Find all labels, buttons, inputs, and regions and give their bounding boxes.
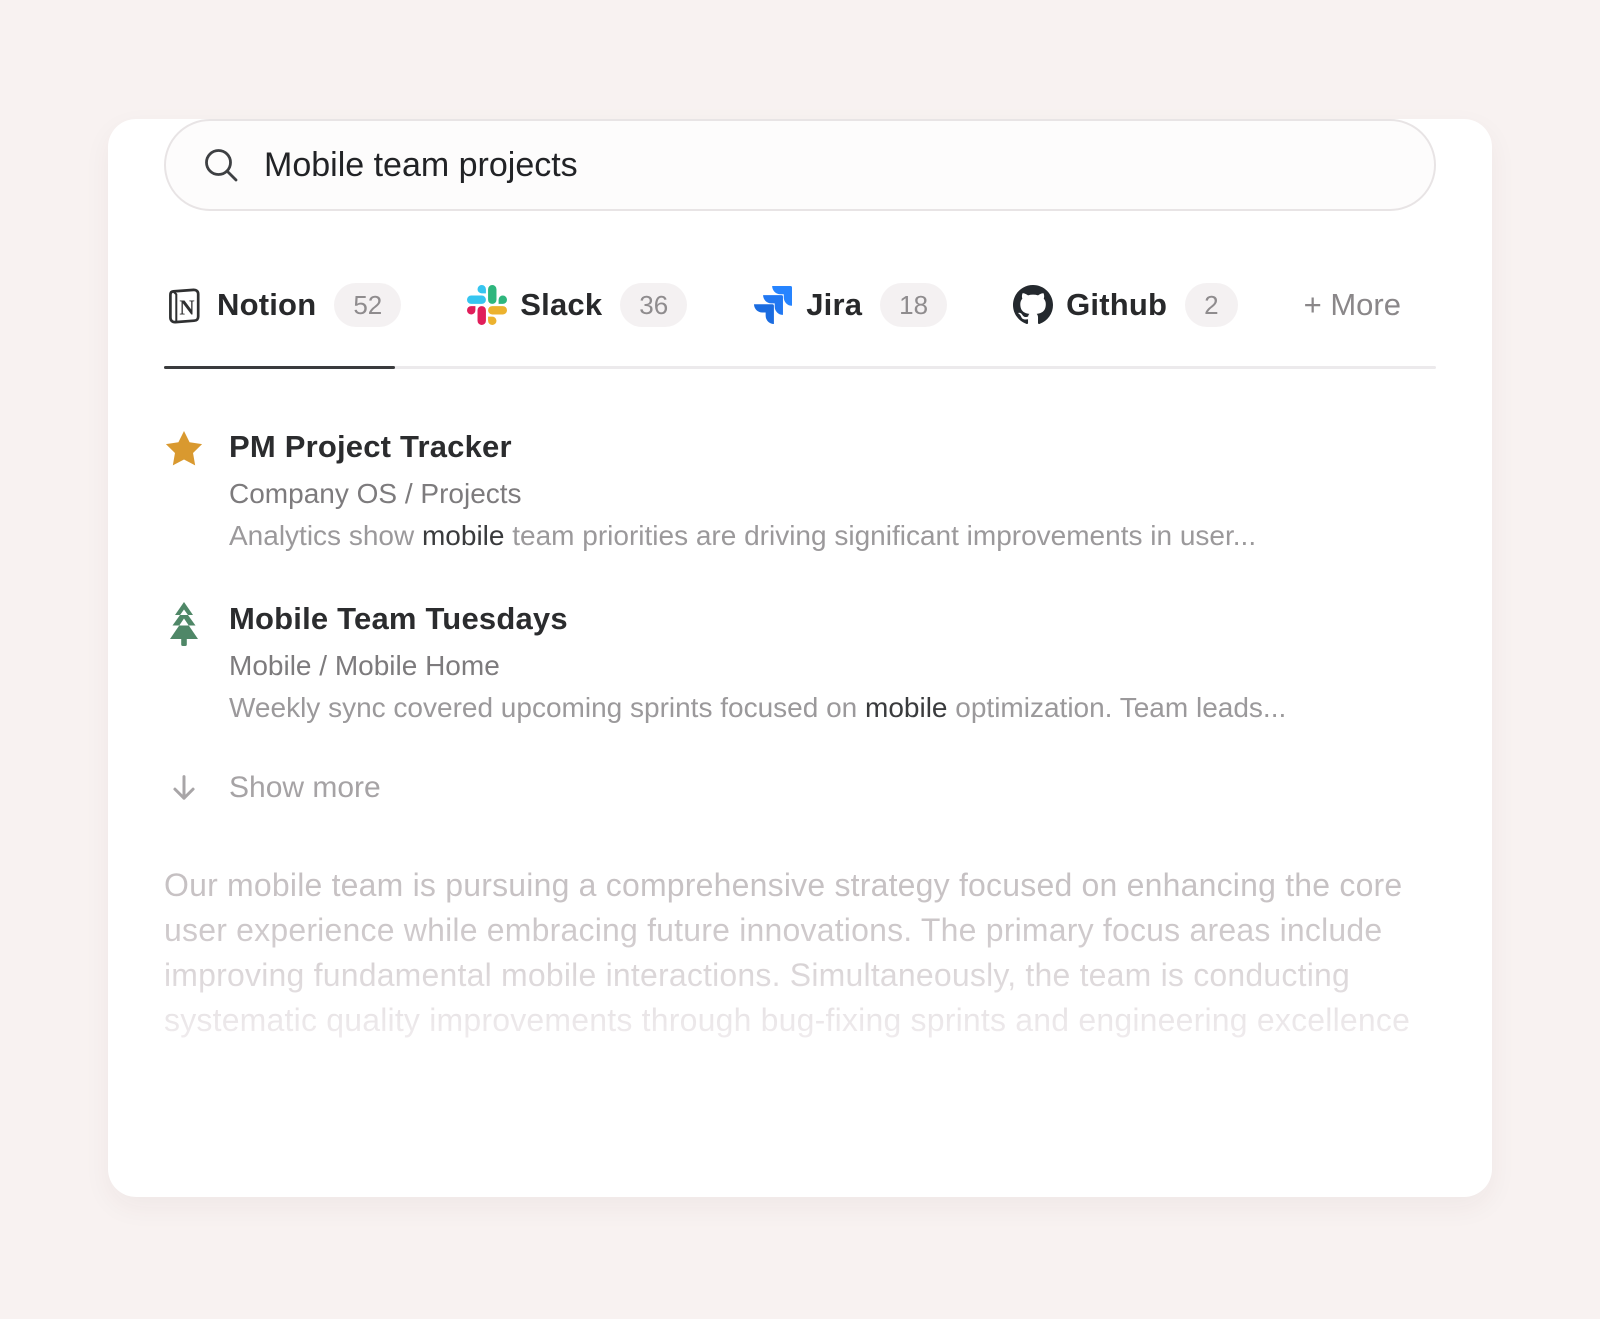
tab-label: Notion xyxy=(217,287,316,323)
search-panel: N Notion 52 Slack 36 xyxy=(108,119,1492,1197)
pine-tree-icon xyxy=(164,601,204,647)
search-bar[interactable] xyxy=(164,119,1436,211)
result-snippet: Weekly sync covered upcoming sprints foc… xyxy=(229,691,1286,725)
tab-count-badge: 52 xyxy=(334,283,401,327)
tab-count-badge: 18 xyxy=(880,283,947,327)
slack-logo-icon xyxy=(467,285,507,325)
show-more-button[interactable]: Show more xyxy=(164,771,1436,805)
result-item[interactable]: PM Project Tracker Company OS / Projects… xyxy=(164,427,1436,553)
svg-text:N: N xyxy=(179,296,194,320)
result-body: PM Project Tracker Company OS / Projects… xyxy=(229,427,1256,553)
tab-slack[interactable]: Slack 36 xyxy=(467,283,687,327)
result-title: Mobile Team Tuesdays xyxy=(229,599,1286,639)
highlighted-keyword: mobile xyxy=(422,520,504,551)
search-input[interactable] xyxy=(264,146,1398,185)
result-breadcrumb: Mobile / Mobile Home xyxy=(229,649,1286,683)
result-item[interactable]: Mobile Team Tuesdays Mobile / Mobile Hom… xyxy=(164,599,1436,725)
star-icon xyxy=(164,429,204,469)
tab-more[interactable]: + More xyxy=(1304,287,1401,323)
tab-github[interactable]: Github 2 xyxy=(1013,283,1238,327)
highlighted-keyword: mobile xyxy=(865,692,947,723)
result-breadcrumb: Company OS / Projects xyxy=(229,477,1256,511)
active-tab-underline xyxy=(164,366,395,369)
result-snippet: Analytics show mobile team priorities ar… xyxy=(229,519,1256,553)
tab-label: Slack xyxy=(520,287,602,323)
result-body: Mobile Team Tuesdays Mobile / Mobile Hom… xyxy=(229,599,1286,725)
result-title: PM Project Tracker xyxy=(229,427,1256,467)
tab-notion[interactable]: N Notion 52 xyxy=(164,283,401,327)
search-results: PM Project Tracker Company OS / Projects… xyxy=(164,427,1436,725)
tab-count-badge: 2 xyxy=(1185,283,1237,327)
tab-jira[interactable]: Jira 18 xyxy=(753,283,947,327)
jira-logo-icon xyxy=(753,285,793,325)
more-tabs-label: + More xyxy=(1304,287,1401,323)
source-tabs: N Notion 52 Slack 36 xyxy=(164,281,1436,329)
tab-count-badge: 36 xyxy=(620,283,687,327)
tab-label: Jira xyxy=(806,287,862,323)
tab-label: Github xyxy=(1066,287,1167,323)
ai-summary-text: Our mobile team is pursuing a comprehens… xyxy=(164,863,1419,1043)
tabs-divider xyxy=(164,366,1436,369)
show-more-label: Show more xyxy=(229,771,381,805)
search-icon xyxy=(202,146,240,184)
github-logo-icon xyxy=(1013,285,1053,325)
arrow-down-icon xyxy=(164,771,204,805)
notion-logo-icon: N xyxy=(164,285,204,325)
